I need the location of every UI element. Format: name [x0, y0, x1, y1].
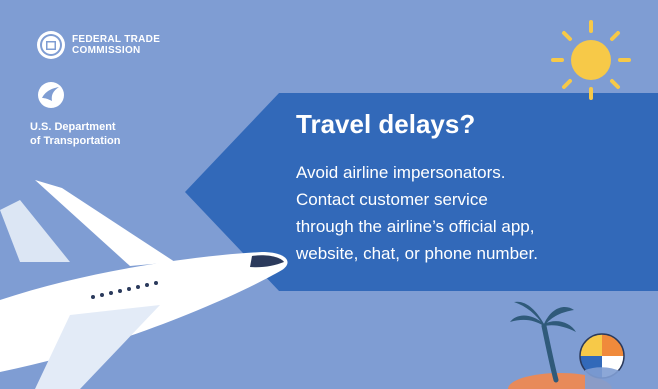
travel-delays-card: FEDERAL TRADE COMMISSION U.S. Department…: [0, 0, 658, 389]
airplane-icon: [0, 180, 288, 389]
beach-ball-icon: [579, 333, 625, 389]
palm-tree-icon: [510, 301, 576, 383]
sun-icon: [551, 20, 631, 100]
illustration-layer: [0, 20, 631, 389]
